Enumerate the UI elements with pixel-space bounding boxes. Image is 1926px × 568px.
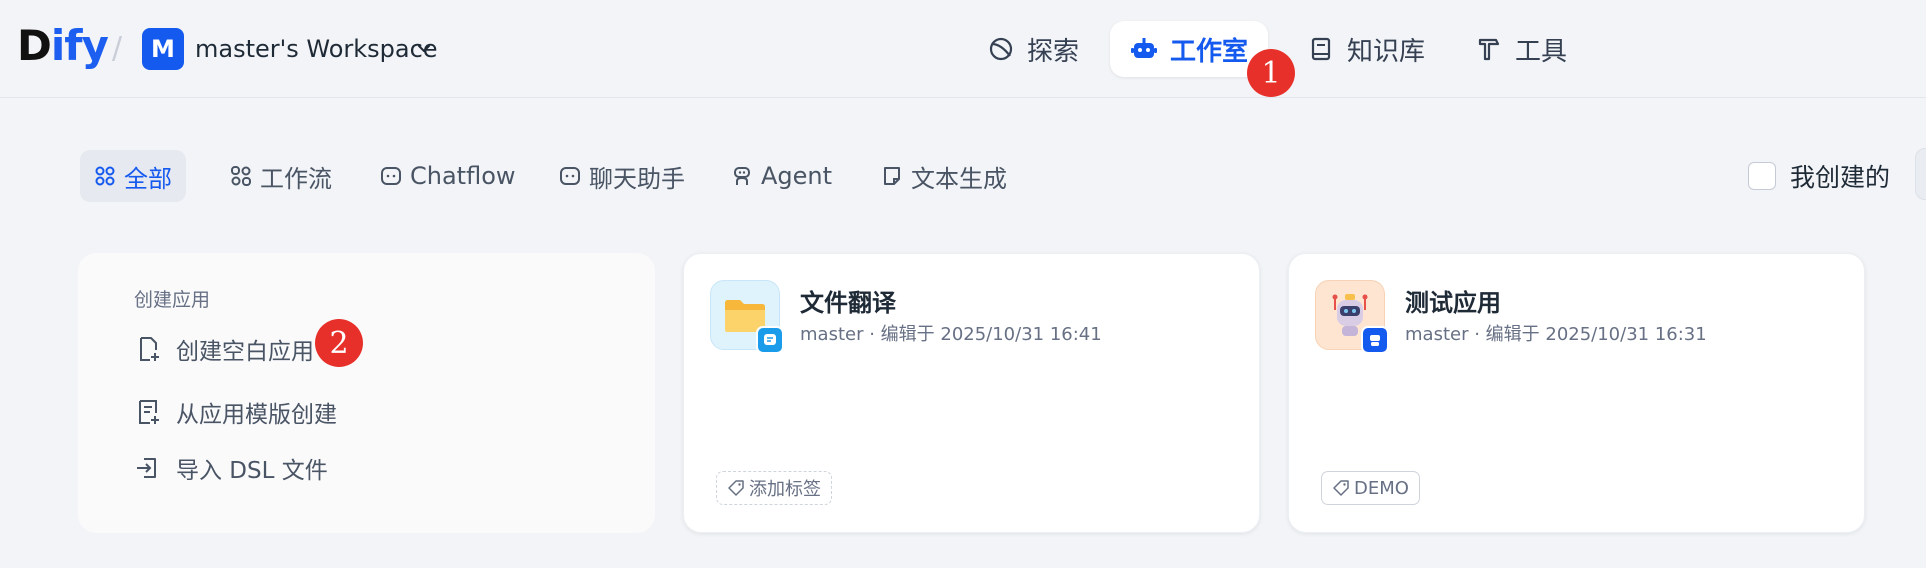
created-by-me-label: 我创建的 [1790, 163, 1891, 192]
agent-icon [734, 167, 750, 185]
tab-all-label: 全部 [124, 164, 172, 193]
dify-logo[interactable]: Dify [17, 20, 109, 72]
tab-agent[interactable]: Agent [717, 150, 846, 202]
tab-chatflow-label: Chatflow [410, 162, 516, 190]
tab-chatflow[interactable]: Chatflow [366, 150, 530, 202]
chat-bubble-icon [560, 167, 580, 185]
app-card[interactable]: 文件翻译 master · 编辑于 2025/10/31 16:41 添加标签 [683, 253, 1260, 533]
nav-tools-label: 工具 [1515, 36, 1568, 67]
nav-explore-label: 探索 [1027, 36, 1080, 67]
tab-chatbot[interactable]: 聊天助手 [545, 150, 699, 202]
create-blank-app-button[interactable]: 创建空白应用 [134, 332, 314, 366]
chat-bubble-icon [381, 167, 401, 185]
workspace-avatar[interactable]: M [142, 28, 184, 70]
tab-text-generation[interactable]: 文本生成 [867, 150, 1021, 202]
nav-studio[interactable]: 工作室 [1110, 21, 1269, 77]
workflow-icon [231, 166, 251, 186]
create-app-title: 创建应用 [134, 289, 211, 311]
nav-knowledge[interactable]: 知识库 [1287, 21, 1445, 77]
nav-tools[interactable]: 工具 [1455, 21, 1587, 77]
file-plus-icon [140, 337, 159, 361]
file-template-icon [139, 400, 159, 424]
chatbot-type-icon [756, 326, 784, 354]
app-name: 文件翻译 [800, 289, 896, 317]
created-by-me-filter[interactable]: 我创建的 [1748, 158, 1890, 194]
document-icon [884, 167, 900, 185]
app-meta: master · 编辑于 2025/10/31 16:31 [1405, 324, 1707, 345]
nav-explore[interactable]: 探索 [967, 21, 1099, 77]
annotation-badge-2: 2 [315, 319, 363, 367]
tag-icon [728, 480, 744, 496]
create-from-template-button[interactable]: 从应用模版创建 [134, 395, 337, 429]
tab-workflow[interactable]: 工作流 [216, 150, 346, 202]
workspace-name[interactable]: master's Workspace [195, 33, 438, 65]
tag-icon [1333, 480, 1349, 496]
created-by-me-checkbox[interactable] [1748, 162, 1776, 190]
tab-workflow-label: 工作流 [260, 164, 332, 193]
create-app-card: 创建应用 创建空白应用 从应用模版创建 导入 DSL 文件 [78, 253, 655, 533]
import-icon [137, 458, 156, 478]
add-tag-button[interactable]: 添加标签 [716, 471, 832, 505]
tab-all[interactable]: 全部 [80, 150, 186, 202]
grid-icon [95, 166, 115, 186]
import-dsl-label: 导入 DSL 文件 [176, 458, 328, 484]
import-dsl-button[interactable]: 导入 DSL 文件 [134, 451, 328, 485]
search-input[interactable] [1915, 148, 1926, 200]
explore-icon [989, 37, 1013, 61]
nav-studio-label: 工作室 [1170, 36, 1249, 67]
robot-icon [1131, 38, 1157, 58]
book-icon [1311, 37, 1331, 61]
tag-label: 添加标签 [749, 479, 821, 500]
tab-agent-label: Agent [761, 162, 833, 190]
nav-knowledge-label: 知识库 [1347, 36, 1426, 67]
chevron-down-icon[interactable] [416, 40, 432, 56]
app-card[interactable]: 测试应用 master · 编辑于 2025/10/31 16:31 DEMO [1288, 253, 1865, 533]
breadcrumb-separator: / [112, 31, 123, 66]
hammer-icon [1478, 38, 1500, 61]
app-meta: master · 编辑于 2025/10/31 16:41 [800, 324, 1102, 345]
app-name: 测试应用 [1405, 289, 1501, 317]
top-header: Dify / M master's Workspace 探索 工作室 知识库 工… [0, 0, 1926, 98]
tag-label: DEMO [1354, 477, 1409, 499]
agent-type-icon [1361, 326, 1389, 354]
annotation-badge-1: 1 [1247, 49, 1295, 97]
tab-text-label: 文本生成 [911, 164, 1007, 193]
tab-chatbot-label: 聊天助手 [589, 164, 685, 193]
tag-chip[interactable]: DEMO [1321, 471, 1420, 505]
create-blank-app-label: 创建空白应用 [176, 339, 314, 365]
create-from-template-label: 从应用模版创建 [176, 402, 337, 428]
